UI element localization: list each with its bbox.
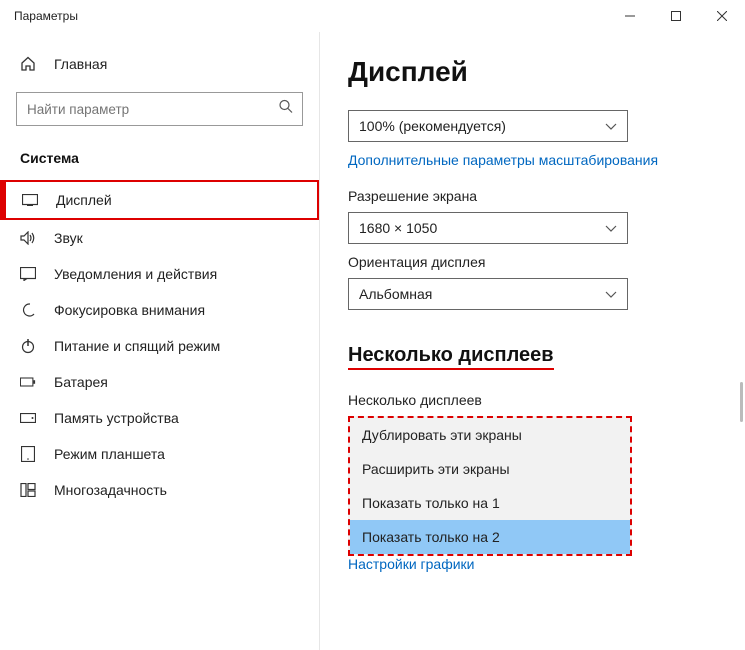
sidebar-item-power[interactable]: Питание и спящий режим bbox=[0, 328, 319, 364]
close-button[interactable] bbox=[699, 0, 745, 32]
dropdown-option-selected[interactable]: Показать только на 2 bbox=[350, 520, 630, 554]
scrollbar[interactable] bbox=[740, 382, 743, 422]
chevron-down-icon bbox=[605, 286, 617, 302]
sidebar-item-display[interactable]: Дисплей bbox=[0, 180, 319, 220]
nav-label: Уведомления и действия bbox=[54, 266, 217, 282]
dropdown-option[interactable]: Дублировать эти экраны bbox=[350, 418, 630, 452]
resolution-label: Разрешение экрана bbox=[348, 188, 717, 204]
dropdown-option[interactable]: Показать только на 1 bbox=[350, 486, 630, 520]
focus-icon bbox=[20, 302, 36, 318]
orientation-label: Ориентация дисплея bbox=[348, 254, 717, 270]
resolution-value: 1680 × 1050 bbox=[359, 220, 437, 236]
window-title: Параметры bbox=[14, 9, 78, 23]
page-title: Дисплей bbox=[348, 56, 717, 88]
sidebar-item-notifications[interactable]: Уведомления и действия bbox=[0, 256, 319, 292]
multi-displays-dropdown-open[interactable]: Дублировать эти экраны Расширить эти экр… bbox=[348, 416, 632, 556]
tablet-icon bbox=[20, 446, 36, 462]
nav-label: Дисплей bbox=[56, 192, 112, 208]
scale-value: 100% (рекомендуется) bbox=[359, 118, 506, 134]
home-link[interactable]: Главная bbox=[0, 46, 319, 82]
multi-displays-label: Несколько дисплеев bbox=[348, 392, 717, 408]
multi-displays-heading: Несколько дисплеев bbox=[348, 344, 554, 370]
sidebar-item-focus[interactable]: Фокусировка внимания bbox=[0, 292, 319, 328]
scale-dropdown[interactable]: 100% (рекомендуется) bbox=[348, 110, 628, 142]
nav-label: Многозадачность bbox=[54, 482, 167, 498]
sidebar-item-battery[interactable]: Батарея bbox=[0, 364, 319, 400]
sidebar-item-storage[interactable]: Память устройства bbox=[0, 400, 319, 436]
nav-label: Звук bbox=[54, 230, 83, 246]
maximize-button[interactable] bbox=[653, 0, 699, 32]
search-input[interactable] bbox=[16, 92, 303, 126]
nav-label: Батарея bbox=[54, 374, 108, 390]
battery-icon bbox=[20, 377, 36, 387]
category-label: Система bbox=[0, 144, 319, 180]
multitasking-icon bbox=[20, 483, 36, 497]
sidebar-item-tablet[interactable]: Режим планшета bbox=[0, 436, 319, 472]
sound-icon bbox=[20, 231, 36, 245]
notifications-icon bbox=[20, 267, 36, 281]
nav-label: Память устройства bbox=[54, 410, 179, 426]
search-icon bbox=[279, 100, 293, 119]
nav-label: Фокусировка внимания bbox=[54, 302, 205, 318]
resolution-dropdown[interactable]: 1680 × 1050 bbox=[348, 212, 628, 244]
dropdown-option[interactable]: Расширить эти экраны bbox=[350, 452, 630, 486]
home-label: Главная bbox=[54, 56, 107, 72]
sidebar-item-sound[interactable]: Звук bbox=[0, 220, 319, 256]
nav-label: Питание и спящий режим bbox=[54, 338, 220, 354]
home-icon bbox=[20, 56, 36, 72]
scaling-link[interactable]: Дополнительные параметры масштабирования bbox=[348, 152, 717, 168]
orientation-dropdown[interactable]: Альбомная bbox=[348, 278, 628, 310]
storage-icon bbox=[20, 413, 36, 423]
power-icon bbox=[20, 338, 36, 354]
sidebar-item-multitasking[interactable]: Многозадачность bbox=[0, 472, 319, 508]
chevron-down-icon bbox=[605, 220, 617, 236]
chevron-down-icon bbox=[605, 118, 617, 134]
graphics-settings-link[interactable]: Настройки графики bbox=[348, 556, 475, 572]
orientation-value: Альбомная bbox=[359, 286, 432, 302]
display-icon bbox=[22, 194, 38, 206]
minimize-button[interactable] bbox=[607, 0, 653, 32]
nav-label: Режим планшета bbox=[54, 446, 165, 462]
